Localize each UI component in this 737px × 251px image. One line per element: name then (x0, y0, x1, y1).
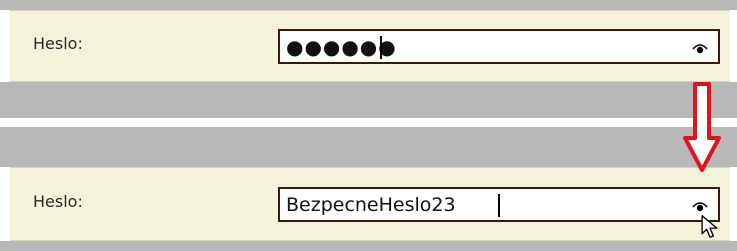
eye-icon[interactable] (692, 42, 708, 54)
password-row-masked: Heslo: ●●●●●● (10, 10, 730, 82)
top-gray-band (0, 0, 737, 10)
text-caret (380, 36, 382, 59)
password-input-revealed[interactable]: BezpecneHeslo23 (278, 187, 720, 222)
white-divider (0, 118, 737, 127)
eye-icon[interactable] (692, 200, 708, 212)
text-caret (498, 194, 500, 217)
password-revealed-value: BezpecneHeslo23 (286, 194, 456, 216)
bottom-gray-band (0, 241, 737, 251)
password-label: Heslo: (33, 34, 83, 53)
mouse-pointer-icon (701, 215, 718, 238)
down-arrow-icon (683, 82, 721, 172)
lower-gray-band (0, 127, 737, 167)
password-input-masked[interactable]: ●●●●●● (278, 29, 720, 64)
password-label: Heslo: (33, 192, 83, 211)
password-row-revealed: Heslo: BezpecneHeslo23 (10, 167, 730, 241)
middle-gray-band (0, 82, 737, 118)
